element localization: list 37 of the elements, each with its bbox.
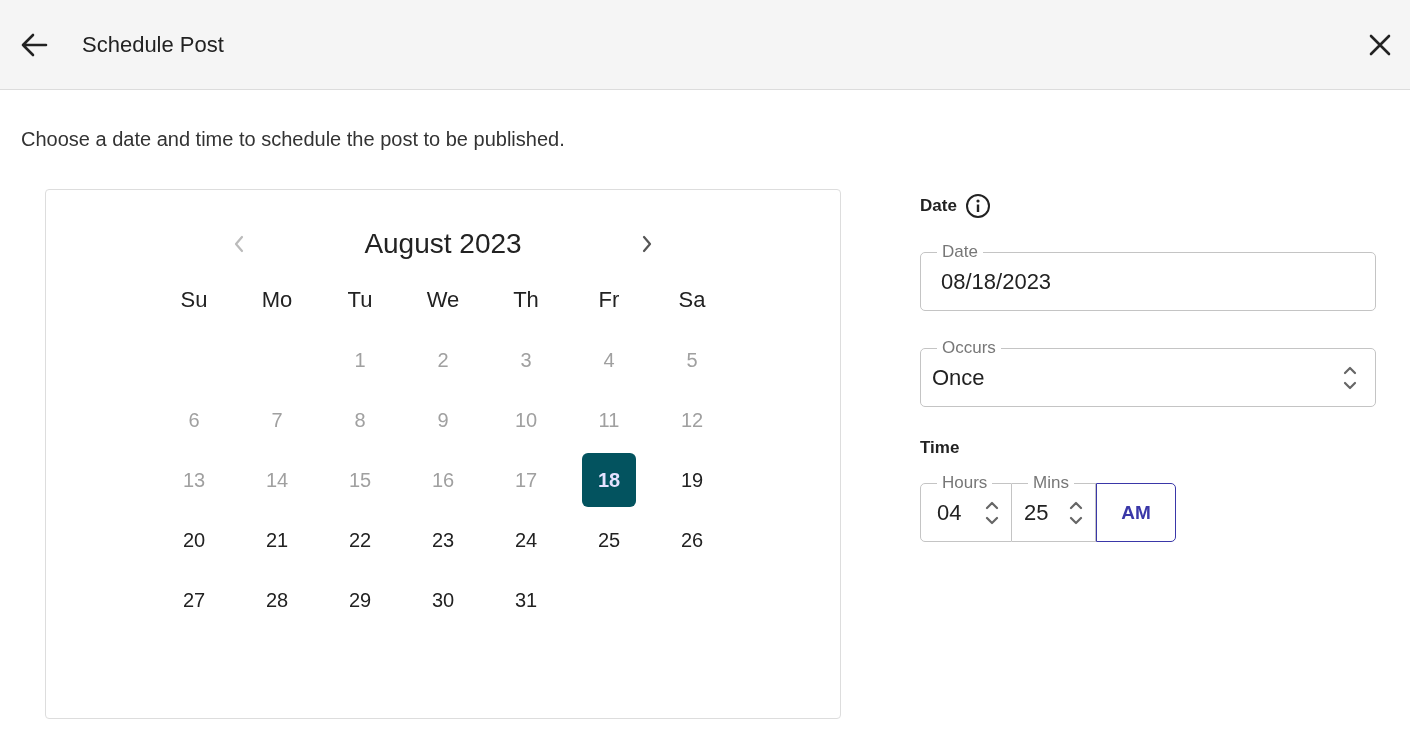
back-button[interactable] bbox=[20, 32, 48, 57]
calendar-day[interactable]: 18 bbox=[582, 453, 636, 507]
calendar-day[interactable]: 31 bbox=[499, 573, 553, 627]
calendar-day[interactable]: 20 bbox=[167, 513, 221, 567]
month-title: August 2023 bbox=[364, 228, 522, 260]
hours-field[interactable]: Hours 04 bbox=[920, 473, 1012, 542]
time-label: Time bbox=[920, 438, 960, 458]
calendar-day[interactable]: 25 bbox=[582, 513, 636, 567]
weekday-heading: We bbox=[426, 287, 460, 313]
weekday-heading: Fr bbox=[598, 287, 620, 313]
weekday-heading: Mo bbox=[261, 287, 293, 313]
weekday-heading: Tu bbox=[347, 287, 373, 313]
calendar-day[interactable]: 27 bbox=[167, 573, 221, 627]
calendar-day[interactable]: 30 bbox=[416, 573, 470, 627]
calendar-day[interactable]: 28 bbox=[250, 573, 304, 627]
date-label: Date bbox=[920, 196, 957, 216]
dialog-title: Schedule Post bbox=[82, 31, 225, 58]
date-field[interactable]: Date 08/18/2023 bbox=[920, 242, 1376, 311]
next-month-button[interactable] bbox=[641, 234, 653, 254]
weekday-heading: Su bbox=[180, 287, 208, 313]
info-icon[interactable] bbox=[964, 193, 991, 219]
stepper-icon[interactable] bbox=[1069, 500, 1083, 526]
weekday-heading: Th bbox=[513, 287, 539, 313]
am-pm-button[interactable]: AM bbox=[1096, 483, 1176, 542]
calendar-day[interactable]: 19 bbox=[665, 453, 719, 507]
calendar-day[interactable]: 23 bbox=[416, 513, 470, 567]
calendar-day[interactable]: 21 bbox=[250, 513, 304, 567]
close-button[interactable] bbox=[1368, 32, 1392, 57]
calendar-day[interactable]: 24 bbox=[499, 513, 553, 567]
calendar-day[interactable]: 29 bbox=[333, 573, 387, 627]
calendar-day[interactable]: 26 bbox=[665, 513, 719, 567]
instruction-text: Choose a date and time to schedule the post to be published. bbox=[21, 128, 566, 151]
stepper-icon[interactable] bbox=[985, 500, 999, 526]
weekday-heading: Sa bbox=[678, 287, 706, 313]
stepper-icon[interactable] bbox=[1343, 365, 1357, 391]
calendar-day[interactable]: 22 bbox=[333, 513, 387, 567]
occurs-select[interactable]: Occurs Once bbox=[920, 338, 1376, 407]
